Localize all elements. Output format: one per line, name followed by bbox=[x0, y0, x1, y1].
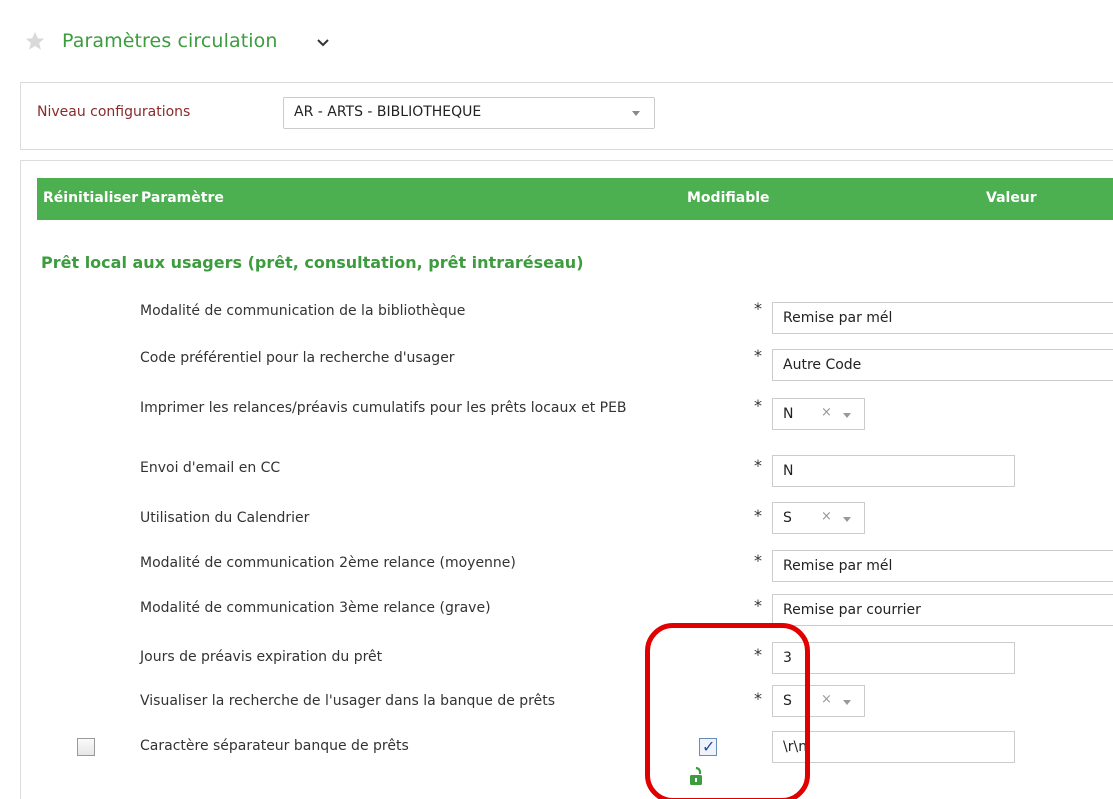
value-text: N bbox=[783, 406, 794, 422]
modifiable-checkbox[interactable]: ✓ bbox=[699, 737, 717, 756]
param-label: Imprimer les relances/préavis cumulatifs… bbox=[140, 400, 627, 416]
required-mark: * bbox=[754, 299, 762, 318]
value-field[interactable]: N bbox=[772, 455, 1015, 487]
required-mark: * bbox=[754, 596, 762, 615]
value-field[interactable]: Remise par mél bbox=[772, 302, 1113, 334]
unlocked-icon[interactable] bbox=[688, 766, 704, 786]
clear-icon[interactable]: × bbox=[821, 405, 832, 420]
value-field[interactable]: Remise par mél bbox=[772, 550, 1113, 582]
value-text: N bbox=[783, 463, 794, 479]
value-select[interactable]: S × bbox=[772, 685, 865, 717]
value-text: \r\n bbox=[783, 739, 808, 755]
value-select[interactable]: N × bbox=[772, 398, 865, 430]
grid-header: Réinitialiser Paramètre Modifiable Valeu… bbox=[37, 178, 1113, 220]
clear-icon[interactable]: × bbox=[821, 509, 832, 524]
caret-down-icon bbox=[632, 111, 640, 116]
value-field[interactable]: Autre Code bbox=[772, 349, 1113, 381]
column-header-reset[interactable]: Réinitialiser bbox=[43, 190, 138, 206]
reset-checkbox[interactable] bbox=[77, 738, 95, 756]
param-label: Caractère séparateur banque de prêts bbox=[140, 738, 409, 754]
param-label: Envoi d'email en CC bbox=[140, 460, 281, 476]
value-field[interactable]: \r\n bbox=[772, 731, 1015, 763]
param-label: Visualiser la recherche de l'usager dans… bbox=[140, 693, 556, 709]
value-select[interactable]: S × bbox=[772, 502, 865, 534]
caret-down-icon bbox=[843, 517, 851, 522]
param-label: Utilisation du Calendrier bbox=[140, 510, 310, 526]
value-text: 3 bbox=[783, 650, 792, 666]
param-label: Modalité de communication 3ème relance (… bbox=[140, 600, 491, 616]
niveau-select-value: AR - ARTS - BIBLIOTHEQUE bbox=[294, 104, 482, 120]
required-mark: * bbox=[754, 551, 762, 570]
value-text: S bbox=[783, 510, 792, 526]
value-text: Remise par mél bbox=[783, 310, 893, 326]
caret-down-icon bbox=[843, 413, 851, 418]
value-text: S bbox=[783, 693, 792, 709]
required-mark: * bbox=[754, 346, 762, 365]
required-mark: * bbox=[754, 396, 762, 415]
param-label: Modalité de communication 2ème relance (… bbox=[140, 555, 516, 571]
parameters-grid: Réinitialiser Paramètre Modifiable Valeu… bbox=[20, 160, 1113, 799]
niveau-select[interactable]: AR - ARTS - BIBLIOTHEQUE bbox=[283, 97, 655, 129]
param-label: Code préférentiel pour la recherche d'us… bbox=[140, 350, 455, 366]
param-label: Jours de préavis expiration du prêt bbox=[140, 649, 383, 665]
chevron-down-icon[interactable] bbox=[316, 38, 330, 48]
param-label: Modalité de communication de la biblioth… bbox=[140, 303, 466, 319]
clear-icon[interactable]: × bbox=[821, 692, 832, 707]
section-title: Prêt local aux usagers (prêt, consultati… bbox=[41, 253, 584, 272]
column-header-param[interactable]: Paramètre bbox=[141, 190, 224, 206]
value-text: Remise par courrier bbox=[783, 602, 921, 618]
niveau-panel: Niveau configurations AR - ARTS - BIBLIO… bbox=[20, 82, 1113, 150]
value-field[interactable]: Remise par courrier bbox=[772, 594, 1113, 626]
column-header-value[interactable]: Valeur bbox=[986, 190, 1037, 206]
value-field[interactable]: 3 bbox=[772, 642, 1015, 674]
value-text: Remise par mél bbox=[783, 558, 893, 574]
required-mark: * bbox=[754, 506, 762, 525]
required-mark: * bbox=[754, 645, 762, 664]
required-mark: * bbox=[754, 456, 762, 475]
column-header-modifiable[interactable]: Modifiable bbox=[687, 190, 770, 206]
value-text: Autre Code bbox=[783, 357, 862, 373]
star-icon[interactable] bbox=[24, 30, 46, 52]
page-header: Paramètres circulation bbox=[0, 0, 1113, 80]
niveau-label: Niveau configurations bbox=[37, 104, 191, 120]
caret-down-icon bbox=[843, 700, 851, 705]
page-title: Paramètres circulation bbox=[62, 30, 278, 52]
required-mark: * bbox=[754, 689, 762, 708]
checkmark-icon: ✓ bbox=[702, 737, 716, 756]
